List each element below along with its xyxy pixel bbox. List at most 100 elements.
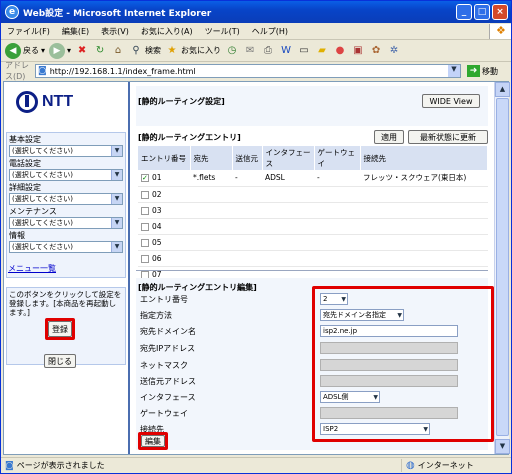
edit-button-highlight: 編集 <box>138 432 168 450</box>
maintenance-select[interactable]: (選択してください) ▼ <box>9 217 123 229</box>
dest-domain-label: 宛先ドメイン名 <box>140 327 196 336</box>
row-checkbox[interactable] <box>141 190 149 199</box>
table-row[interactable]: ✓ 01 *.flets - ADSL - フレッツ・スクウェア(東日本) <box>138 170 488 187</box>
static-route-title: [静的ルーティング設定] <box>138 97 225 106</box>
entries-table: エントリ番号 宛先 送信元 インタフェース ゲートウェイ 接続先 ✓ 01 *.f… <box>138 146 488 283</box>
browser-window: e Web設定 - Microsoft Internet Explorer _ … <box>0 0 512 474</box>
edit-button[interactable]: 編集 <box>141 435 165 447</box>
minimize-button[interactable]: _ <box>456 4 472 20</box>
sidebar-group-info: 情報 (選択してください) ▼ <box>9 231 123 253</box>
table-row[interactable]: 03 <box>138 202 488 219</box>
table-row[interactable]: 06 <box>138 250 488 267</box>
edit-word-icon[interactable]: W <box>279 44 293 58</box>
wide-view-button[interactable]: WIDE View <box>422 94 480 108</box>
phone-settings-select[interactable]: (選択してください) ▼ <box>9 169 123 181</box>
home-icon[interactable]: ⌂ <box>111 44 125 58</box>
back-button[interactable]: ◀ 戻る ▾ <box>5 42 45 59</box>
menu-favorites[interactable]: お気に入り(A) <box>135 26 199 37</box>
apply-button[interactable]: 適用 <box>374 130 404 144</box>
menu-help[interactable]: ヘルプ(H) <box>246 26 294 37</box>
dest-ip-input[interactable] <box>320 342 458 354</box>
scrollbar[interactable]: ▲ ▼ <box>494 82 510 454</box>
address-label: アドレス(D) <box>5 61 29 81</box>
entry-edit-section: [静的ルーティングエントリ編集] エントリ番号 指定方法 宛先ドメイン名 宛先I… <box>136 278 494 450</box>
page-content: NTT 基本設定 (選択してください) ▼ 電話設定 (選択してください) ▼ 詳細… <box>3 81 510 455</box>
scroll-down-icon[interactable]: ▼ <box>495 439 510 454</box>
table-row[interactable]: 05 <box>138 234 488 251</box>
row-checkbox[interactable] <box>141 222 149 231</box>
register-button[interactable]: 登録 <box>48 321 72 337</box>
row-checkbox[interactable] <box>141 238 149 247</box>
main-frame: [静的ルーティング設定] WIDE View [静的ルーティングエントリ] 適用… <box>132 82 494 454</box>
scroll-up-icon[interactable]: ▲ <box>495 82 510 97</box>
stop-icon[interactable]: ✖ <box>75 44 89 58</box>
go-arrow-icon: ➜ <box>467 65 480 77</box>
history-icon[interactable]: ◷ <box>225 44 239 58</box>
entry-no-select[interactable]: 2 ▼ <box>320 293 348 305</box>
gateway-input[interactable] <box>320 407 458 419</box>
src-ip-label: 送信元アドレス <box>140 377 196 386</box>
address-url: http://192.168.1.1/index_frame.html <box>49 66 196 76</box>
forward-button[interactable]: ▶ ▾ <box>49 42 71 59</box>
discuss-icon[interactable]: ▭ <box>297 44 311 58</box>
ntt-logo: NTT <box>16 88 116 116</box>
dest-domain-input[interactable]: isp2.ne.jp <box>320 325 458 337</box>
method-select[interactable]: 宛先ドメイン名指定 ▼ <box>320 309 404 321</box>
search-icon: ⚲ <box>132 45 140 56</box>
netmask-label: ネットマスク <box>140 361 188 370</box>
research-icon[interactable]: ▣ <box>351 44 365 58</box>
title-bar: e Web設定 - Microsoft Internet Explorer _ … <box>1 1 511 23</box>
close-button[interactable]: 閉じる <box>44 354 76 368</box>
print-icon[interactable]: ⎙ <box>261 44 275 58</box>
chevron-down-icon: ▼ <box>397 311 402 319</box>
folder-icon[interactable]: ▰ <box>315 44 329 58</box>
menu-tools[interactable]: ツール(T) <box>199 26 246 37</box>
sidebar-group-maintenance: メンテナンス (選択してください) ▼ <box>9 207 123 229</box>
netmask-input[interactable] <box>320 359 458 371</box>
status-text: ページが表示されました <box>16 461 105 470</box>
go-button[interactable]: ➜ 移動 <box>467 65 498 77</box>
status-bar: ◙ ページが表示されました ◍ インターネット <box>1 457 511 473</box>
back-arrow-icon: ◀ <box>5 42 21 59</box>
menu-list-link[interactable]: メニュー一覧 <box>8 263 56 274</box>
mail-icon[interactable]: ✉ <box>243 44 257 58</box>
basic-settings-select[interactable]: (選択してください) ▼ <box>9 145 123 157</box>
chevron-down-icon[interactable]: ▼ <box>448 65 460 77</box>
menu-edit[interactable]: 編集(E) <box>56 26 95 37</box>
info-select[interactable]: (選択してください) ▼ <box>9 241 123 253</box>
entries-title: [静的ルーティングエントリ] <box>138 133 241 142</box>
row-checkbox[interactable] <box>141 254 149 263</box>
chevron-down-icon: ▼ <box>111 194 122 204</box>
menu-file[interactable]: ファイル(F) <box>1 26 56 37</box>
close-window-button[interactable]: × <box>492 4 508 20</box>
refresh-state-button[interactable]: 最新状態に更新 <box>408 130 488 144</box>
refresh-icon[interactable]: ↻ <box>93 44 107 58</box>
sidebar-menu: 基本設定 (選択してください) ▼ 電話設定 (選択してください) ▼ 詳細設定 (… <box>6 132 126 278</box>
chevron-down-icon: ▼ <box>341 295 346 303</box>
messenger-icon[interactable]: ● <box>333 44 347 58</box>
maximize-button[interactable]: □ <box>474 4 490 20</box>
col-dest: 宛先 <box>190 146 233 170</box>
row-checkbox[interactable] <box>141 206 149 215</box>
detail-settings-select[interactable]: (選択してください) ▼ <box>9 193 123 205</box>
menu-view[interactable]: 表示(V) <box>95 26 135 37</box>
toolbar: ◀ 戻る ▾ ▶ ▾ ✖ ↻ ⌂ ⚲ 検索 ★ お気に入り ◷ ✉ ⎙ W ▭ ▰ … <box>1 40 511 62</box>
col-conn: 接続先 <box>360 146 488 170</box>
address-bar: アドレス(D) ◙ http://192.168.1.1/index_frame… <box>1 61 511 81</box>
favorites-button[interactable]: ★ お気に入り <box>165 44 221 58</box>
extra-icon[interactable]: ✲ <box>387 44 401 58</box>
table-row[interactable]: 04 <box>138 218 488 235</box>
src-ip-input[interactable] <box>320 375 458 387</box>
divider <box>136 270 488 271</box>
scroll-thumb[interactable] <box>496 98 509 436</box>
conn-select[interactable]: ISP2 ▼ <box>320 423 430 435</box>
address-input[interactable]: ◙ http://192.168.1.1/index_frame.html ▼ <box>35 64 461 78</box>
sidebar-group-phone: 電話設定 (選択してください) ▼ <box>9 159 123 181</box>
search-button[interactable]: ⚲ 検索 <box>129 44 161 58</box>
dest-ip-label: 宛先IPアドレス <box>140 344 196 353</box>
table-row[interactable]: 02 <box>138 186 488 203</box>
row-checkbox[interactable]: ✓ <box>141 174 149 183</box>
tools-icon[interactable]: ✿ <box>369 44 383 58</box>
iface-select[interactable]: ADSL側 ▼ <box>320 391 380 403</box>
entry-no-label: エントリ番号 <box>140 295 188 304</box>
